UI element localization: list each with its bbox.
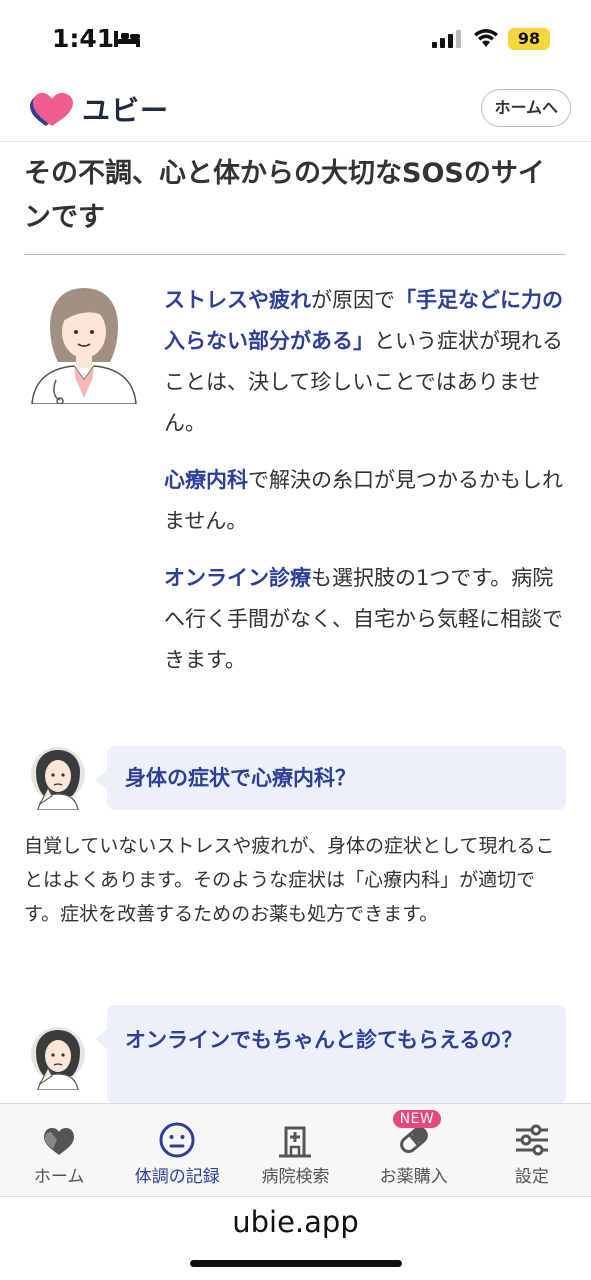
patient-avatar: [31, 1027, 85, 1090]
sliders-icon: [515, 1124, 548, 1156]
app-header: ユビー ホームへ: [0, 80, 591, 142]
patient-avatar: [31, 747, 85, 810]
status-bar: 1:41 98: [0, 0, 591, 80]
intro-paragraph-1: ストレスや疲れが原因で「手足などに力の入らない部分がある」という症状が現れること…: [164, 280, 566, 444]
wifi-icon: [474, 29, 498, 47]
tab-home[interactable]: ホーム: [0, 1104, 118, 1196]
sleep-mode-icon: [114, 31, 140, 47]
tab-hospital-search[interactable]: 病院検索: [236, 1104, 354, 1196]
tab-health-record[interactable]: 体調の記録: [118, 1104, 236, 1196]
highlighted-text: ストレスや疲れ: [164, 288, 311, 312]
intro-paragraph-2: 心療内科で解決の糸口が見つかるかもしれません。: [164, 460, 566, 542]
browser-url-bar[interactable]: ubie.app: [0, 1196, 591, 1280]
heart-logo-icon: [30, 93, 73, 126]
divider: [24, 254, 566, 255]
smiley-face-icon: [159, 1122, 195, 1158]
logo-text: ユビー: [82, 94, 170, 127]
highlighted-text: 心療内科: [164, 468, 248, 492]
tab-label: 体調の記録: [134, 1167, 220, 1187]
doctor-avatar: [31, 288, 137, 404]
body-text: が原因で: [311, 288, 395, 312]
url-text[interactable]: ubie.app: [0, 1205, 591, 1239]
home-button[interactable]: ホームへ: [481, 89, 571, 127]
new-badge: NEW: [392, 1110, 442, 1128]
cellular-signal-icon: [432, 30, 461, 48]
tab-medicine-purchase[interactable]: NEW お薬購入: [355, 1104, 473, 1196]
page-title: その不調、心と体からの大切なSOSのサインです: [24, 158, 545, 233]
intro-paragraph-3: オンライン診療も選択肢の1つです。病院へ行く手間がなく、自宅から気軽に相談できま…: [164, 558, 566, 681]
qa-answer-1: 自覚していないストレスや疲れが、身体の症状として現れることはよくあります。そのよ…: [24, 835, 555, 925]
qa-question-2: オンラインでもちゃんと診てもらえるの？: [95, 1005, 566, 1105]
home-indicator[interactable]: [190, 1260, 402, 1267]
status-time: 1:41: [52, 24, 115, 53]
tab-label: お薬購入: [379, 1167, 448, 1187]
tab-label: 病院検索: [261, 1167, 330, 1187]
tab-label: 設定: [514, 1167, 549, 1187]
tab-label: ホーム: [33, 1167, 85, 1187]
battery-indicator: 98: [508, 28, 550, 50]
ubie-logo[interactable]: ユビー: [28, 89, 169, 129]
bottom-tab-bar: ホーム 体調の記録 病院検索 NEW お薬購入 設定: [0, 1103, 591, 1195]
highlighted-text: オンライン診療: [164, 566, 311, 590]
qa-question-1: 身体の症状で心療内科？: [95, 746, 566, 810]
hospital-icon: [279, 1126, 312, 1158]
heart-logo-icon: [44, 1128, 75, 1155]
tab-settings[interactable]: 設定: [473, 1104, 591, 1196]
intro-text: ストレスや疲れが原因で「手足などに力の入らない部分がある」という症状が現れること…: [164, 280, 566, 697]
